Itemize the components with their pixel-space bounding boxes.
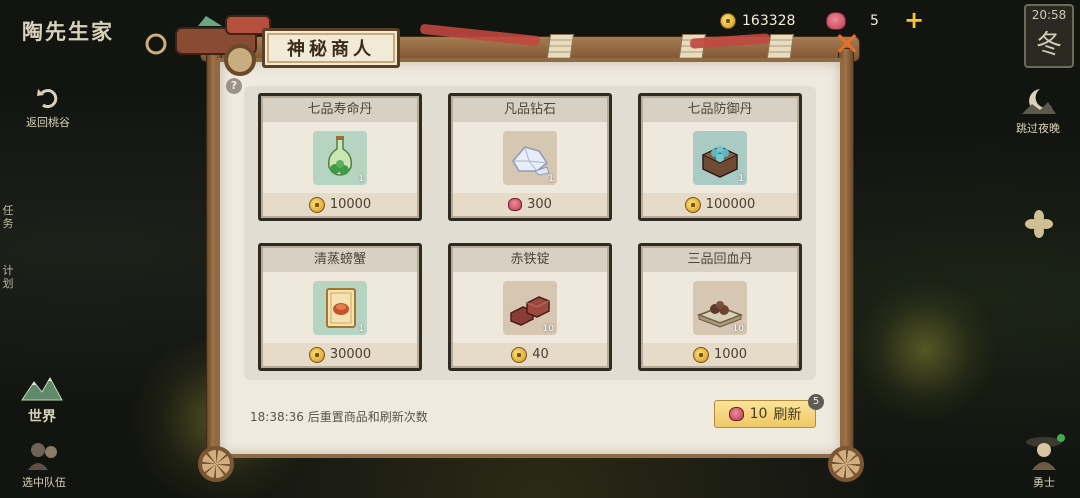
gold-amount: 163328 [742,13,796,29]
item-quantity: 1 [358,324,364,334]
mountain-icon [21,376,63,401]
item-name: 凡品钻石 [453,98,607,122]
team-icon [28,443,57,470]
coin-icon [511,346,528,363]
shop-item-card[interactable]: 七品寿命丹 1 10000 [258,93,422,221]
back-label: 返回桃谷 [26,116,70,129]
help-button[interactable]: ? [226,78,242,94]
background-glow [850,280,1000,420]
item-slot: 10 [693,281,747,335]
add-currency-button[interactable]: + [904,8,924,32]
back-to-valley-button[interactable]: 返回桃谷 [18,86,78,130]
item-quantity: 1 [548,174,554,184]
item-name: 三品回血丹 [643,248,797,272]
game-title: 陶先生家 [22,19,114,44]
item-name: 赤铁锭 [453,248,607,272]
select-team-button[interactable]: 选中队伍 [14,440,74,490]
gem-amount: 5 [870,13,879,29]
price-value: 100000 [705,197,756,212]
refresh-count-badge: 5 [808,394,824,410]
shop-item-card[interactable]: 清蒸螃蟹 1 30000 [258,243,422,371]
coin-icon [308,196,325,213]
item-quantity: 10 [542,324,554,334]
item-name: 清蒸螃蟹 [263,248,417,272]
price-value: 300 [527,197,552,212]
team-label: 选中队伍 [22,476,66,489]
hero-button[interactable]: 勇士 [1014,430,1074,490]
shop-title: 神秘商人 [262,28,400,68]
shop-item-card[interactable]: 赤铁锭 10 40 [448,243,612,371]
item-price: 1000 [643,343,797,366]
cart-wheel-right [828,446,864,482]
gold-counter: 163328 [720,10,795,32]
world-label: 世界 [28,409,56,425]
item-quantity: 1 [358,174,364,184]
item-slot: 1 [313,131,367,185]
plan-tab[interactable]: 计划 [1,264,15,290]
item-price: 40 [453,343,607,366]
refresh-label: 刷新 [773,407,802,423]
clock-time: 20:58 [1031,8,1067,22]
item-quantity: 1 [738,174,744,184]
item-price: 100000 [643,193,797,216]
coin-icon [692,346,709,363]
moon-icon [1022,89,1056,114]
hero-icon [1026,434,1065,470]
item-price: 10000 [263,193,417,216]
shop-item-card[interactable]: 七品防御丹 1 100000 [638,93,802,221]
skip-night-label: 跳过夜晚 [1016,122,1060,135]
item-slot: 1 [313,281,367,335]
clover-button[interactable] [1022,210,1056,242]
price-value: 30000 [329,347,372,362]
price-value: 1000 [713,347,748,362]
return-icon [37,89,58,109]
cart-wheel-left [198,446,234,482]
shop-item-card[interactable]: 三品回血丹 10 1000 [638,243,802,371]
item-quantity: 10 [732,324,744,334]
item-slot: 1 [693,131,747,185]
item-slot: 10 [503,281,557,335]
coin-icon [308,346,325,363]
item-price: 30000 [263,343,417,366]
item-price: 300 [453,193,607,216]
clover-icon [1025,210,1053,238]
gem-icon [508,198,523,211]
refresh-cost: 10 [749,406,768,422]
season-clock[interactable]: 20:58 冬 [1024,4,1074,68]
price-value: 10000 [329,197,372,212]
skip-night-button[interactable]: 跳过夜晚 [1010,86,1066,136]
world-button[interactable]: 世界 [14,374,70,426]
shop-item-card[interactable]: 凡品钻石 1 300 [448,93,612,221]
item-name: 七品防御丹 [643,98,797,122]
season-label: 冬 [1035,30,1062,60]
item-name: 七品寿命丹 [263,98,417,122]
hero-label: 勇士 [1033,476,1055,489]
item-slot: 1 [503,131,557,185]
coin-icon [720,13,736,29]
gem-icon [728,407,744,421]
quest-tab[interactable]: 任务 [1,204,15,230]
coin-icon [684,196,701,213]
refresh-button[interactable]: 10 刷新 [714,400,816,428]
reset-timer-text: 18:38:36 后重置商品和刷新次数 [250,410,428,424]
price-value: 40 [532,347,549,362]
close-button[interactable]: ✕ [832,28,862,60]
